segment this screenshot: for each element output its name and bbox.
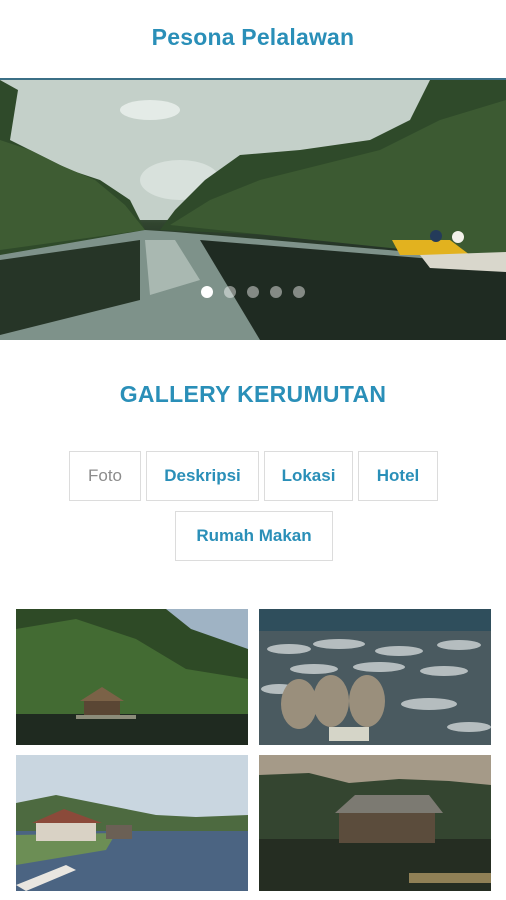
tab-lokasi[interactable]: Lokasi bbox=[264, 451, 353, 501]
hero-carousel[interactable] bbox=[0, 78, 506, 340]
gallery-photo[interactable] bbox=[16, 755, 248, 891]
carousel-dot[interactable] bbox=[247, 286, 259, 298]
gallery-photo[interactable] bbox=[259, 609, 491, 745]
carousel-indicators[interactable] bbox=[0, 286, 506, 298]
app-title: Pesona Pelalawan bbox=[151, 24, 355, 50]
gallery-photo[interactable] bbox=[16, 609, 248, 745]
gallery-photo[interactable] bbox=[259, 755, 491, 891]
tab-hotel[interactable]: Hotel bbox=[358, 451, 438, 501]
tab-foto[interactable]: Foto bbox=[69, 451, 141, 501]
carousel-dot[interactable] bbox=[270, 286, 282, 298]
tab-rumah-makan[interactable]: Rumah Makan bbox=[175, 511, 333, 561]
hero-image bbox=[0, 80, 506, 340]
carousel-dot[interactable] bbox=[201, 286, 213, 298]
carousel-dot[interactable] bbox=[224, 286, 236, 298]
tab-deskripsi[interactable]: Deskripsi bbox=[146, 451, 259, 501]
carousel-dot[interactable] bbox=[293, 286, 305, 298]
gallery-title: GALLERY KERUMUTAN bbox=[119, 381, 387, 407]
